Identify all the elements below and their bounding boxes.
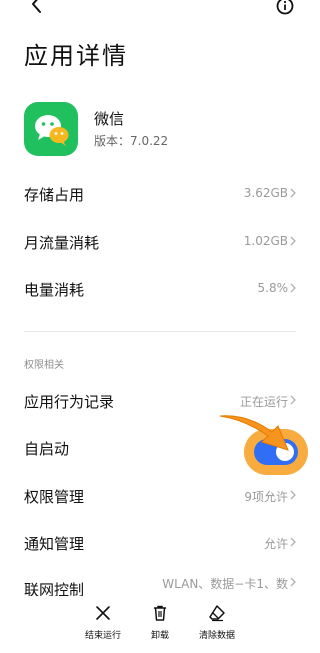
section-label-permissions: 权限相关 [24, 360, 64, 371]
storage-value: 3.62GB [243, 186, 288, 200]
battery-value: 5.8% [257, 281, 289, 295]
app-header: 微信 版本：7.0.22 [24, 102, 304, 156]
network-control-value: WLAN、数据−卡1、数 [162, 577, 288, 591]
chevron-right-icon [290, 490, 296, 500]
traffic-label: 月流量消耗 [24, 234, 100, 252]
back-arrow-icon[interactable] [28, 0, 46, 14]
chevron-right-icon [290, 188, 296, 198]
battery-label: 电量消耗 [24, 281, 85, 299]
autostart-label: 自启动 [24, 440, 70, 458]
clear-data-button[interactable]: 清除数据 [182, 604, 252, 641]
app-version: 版本：7.0.22 [94, 134, 169, 148]
permission-manage-value: 9项允许 [244, 490, 288, 504]
trash-icon [154, 605, 166, 621]
top-bar [0, 0, 320, 18]
wechat-app-icon [24, 102, 78, 156]
notification-manage-value: 允许 [263, 537, 288, 551]
permission-manage-label: 权限管理 [24, 488, 85, 506]
battery-row[interactable]: 电量消耗 5.8% [0, 266, 320, 312]
page-title: 应用详情 [24, 42, 128, 70]
storage-label: 存储占用 [24, 186, 85, 204]
app-name: 微信 [94, 110, 125, 128]
permission-manage-row[interactable]: 权限管理 9项允许 [0, 473, 320, 519]
notification-manage-label: 通知管理 [24, 535, 85, 553]
close-icon [96, 606, 110, 620]
chevron-right-icon [290, 577, 296, 587]
pointer-arrow-icon [219, 415, 289, 451]
chevron-right-icon [290, 236, 296, 246]
section-divider [24, 331, 296, 332]
chevron-right-icon [290, 395, 296, 405]
clear-data-label: 清除数据 [198, 631, 235, 641]
behavior-record-value: 正在运行 [239, 395, 288, 409]
storage-row[interactable]: 存储占用 3.62GB [0, 171, 320, 217]
chevron-right-icon [290, 283, 296, 293]
info-icon[interactable] [276, 0, 294, 15]
bottom-action-bar: 结束运行 卸载 清除数据 [0, 596, 320, 653]
traffic-value: 1.02GB [243, 234, 288, 248]
eraser-icon [209, 605, 225, 622]
traffic-row[interactable]: 月流量消耗 1.02GB [0, 219, 320, 265]
chevron-right-icon [290, 537, 296, 547]
behavior-record-label: 应用行为记录 [24, 393, 115, 411]
notification-manage-row[interactable]: 通知管理 允许 [0, 520, 320, 566]
